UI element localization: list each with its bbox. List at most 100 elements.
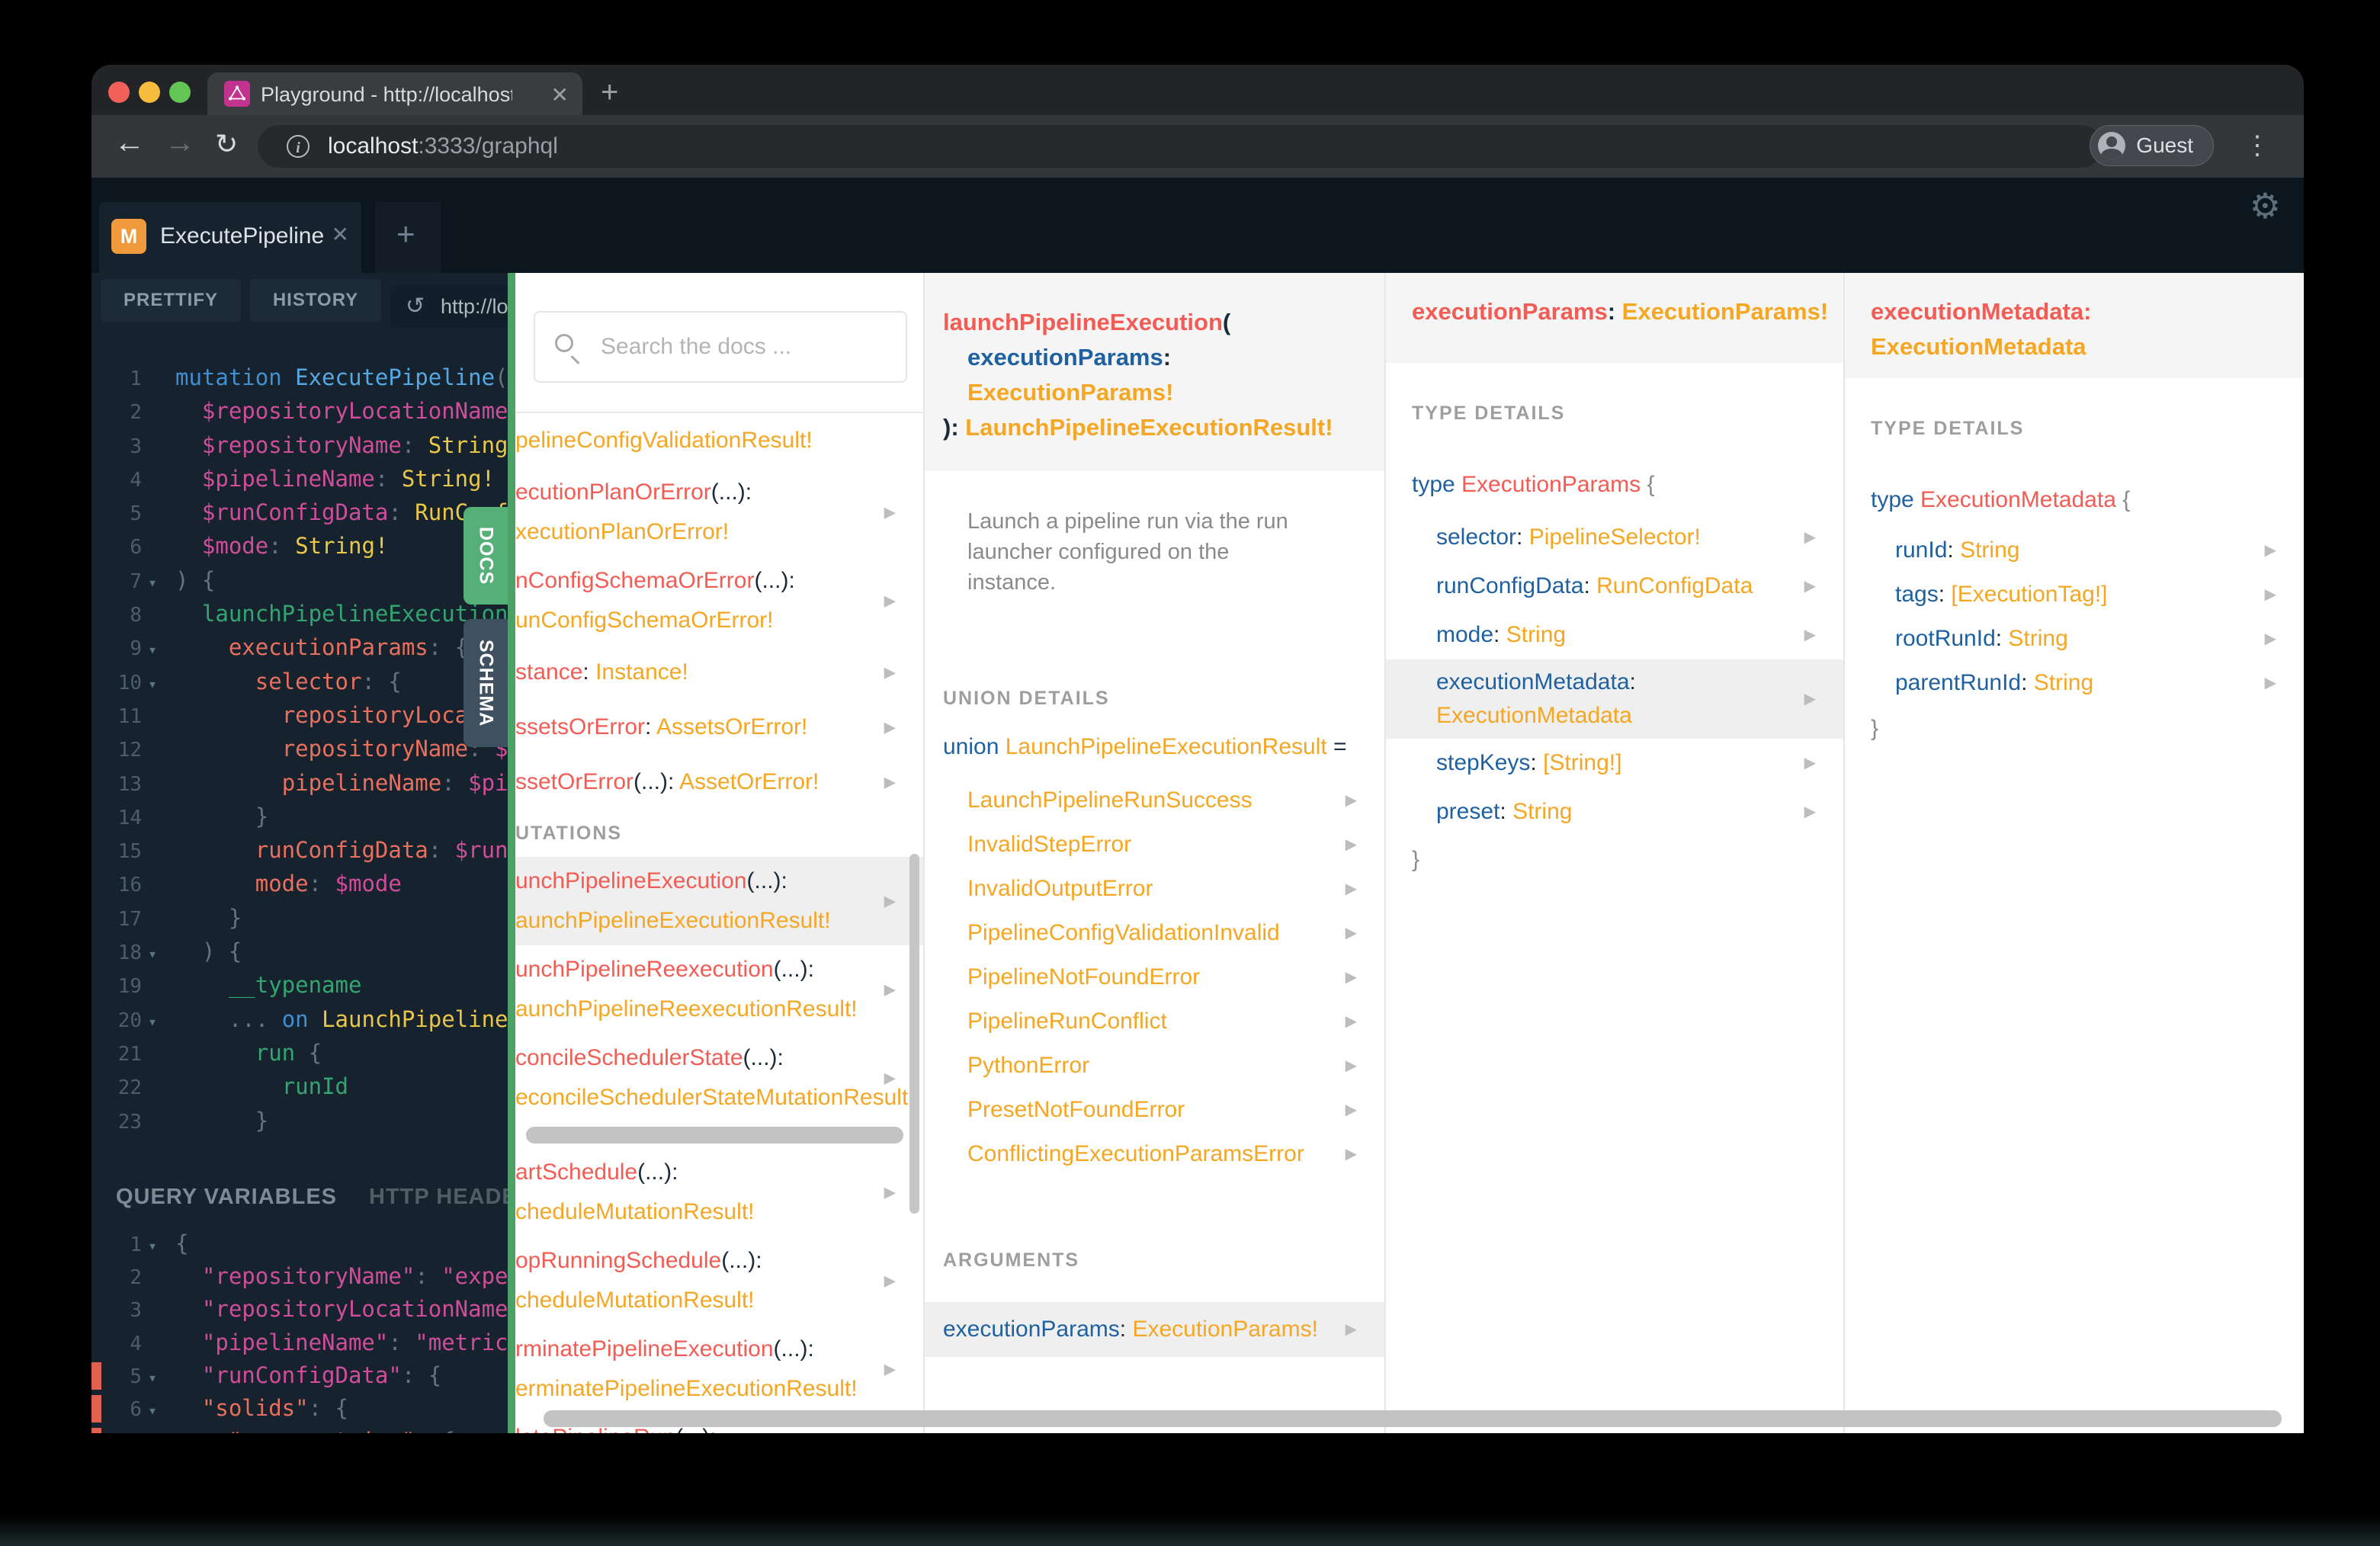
editor-line[interactable]: 23 }: [91, 1104, 508, 1137]
type-field-row[interactable]: mode: String ▶: [1386, 611, 1843, 659]
type-field-row[interactable]: executionMetadata: ExecutionMetadata ▶: [1386, 659, 1843, 739]
docs-list-item[interactable]: unchPipelineExecution(...): aunchPipeline…: [515, 857, 923, 945]
argument-row[interactable]: executionParams: ExecutionParams! ▶: [925, 1302, 1384, 1357]
editor-line[interactable]: 20 ▾ ... on LaunchPipelineR: [91, 1002, 508, 1036]
editor-line[interactable]: 16 mode: $mode: [91, 867, 508, 900]
editor-line[interactable]: 4 "pipelineName": "metrics: [91, 1326, 508, 1359]
site-info-icon[interactable]: i: [287, 135, 310, 158]
union-member[interactable]: PipelineRunConflict ▶: [925, 999, 1384, 1044]
editor-line[interactable]: 3 $repositoryName: String!: [91, 428, 508, 462]
tab-docs[interactable]: DOCS: [463, 507, 508, 605]
session-tab[interactable]: M ExecutePipeline ✕: [99, 202, 361, 273]
editor-line[interactable]: 11 repositoryLocat: [91, 698, 508, 732]
docs-search[interactable]: [534, 311, 907, 383]
docs-list-item[interactable]: rminatePipelineExecution(...): erminatePi…: [515, 1325, 923, 1413]
editor-line[interactable]: 18 ▾ ) {: [91, 935, 508, 968]
type-field-row[interactable]: tags: [ExecutionTag!] ▶: [1845, 573, 2304, 617]
editor-line[interactable]: 19 __typename: [91, 968, 508, 1002]
type-field-row[interactable]: preset: String ▶: [1386, 787, 1843, 836]
docs-list-item[interactable]: ssetsOrError: AssetsOrError! ▶: [515, 700, 923, 755]
editor-line[interactable]: 13 pipelineName: $pip: [91, 766, 508, 800]
playground-main: PRETTIFY HISTORY ↺ http://loc 1mutation …: [91, 273, 2304, 1433]
type-field-row[interactable]: selector: PipelineSelector! ▶: [1386, 513, 1843, 562]
error-marker: [91, 1394, 101, 1423]
endpoint-url-input[interactable]: ↺ http://loc: [390, 285, 508, 328]
editor-line[interactable]: 3 "repositoryLocationName": [91, 1293, 508, 1326]
close-window-button[interactable]: [108, 82, 130, 103]
editor-line[interactable]: 12 repositoryName: $r: [91, 732, 508, 765]
editor-line[interactable]: 5 $runConfigData: RunConfigData!: [91, 496, 508, 529]
union-member[interactable]: PipelineNotFoundError ▶: [925, 955, 1384, 999]
docs-list-item[interactable]: pelineConfigValidationResult!: [515, 413, 923, 468]
zoom-window-button[interactable]: [169, 82, 191, 103]
editor-line[interactable]: 7 ▾) {: [91, 563, 508, 597]
editor-line[interactable]: 22 runId: [91, 1070, 508, 1103]
prettify-button[interactable]: PRETTIFY: [101, 279, 241, 322]
type-field-row[interactable]: runConfigData: RunConfigData ▶: [1386, 562, 1843, 611]
vertical-scrollbar-thumb[interactable]: [909, 854, 919, 1214]
back-icon[interactable]: ←: [114, 126, 145, 160]
union-member[interactable]: PythonError ▶: [925, 1044, 1384, 1088]
new-tab-button[interactable]: +: [601, 75, 618, 110]
editor-line[interactable]: 15 runConfigData: $runC: [91, 833, 508, 867]
browser-tab[interactable]: Playground - http://localhost:3 ✕: [207, 72, 582, 115]
editor-line[interactable]: 1 ▾{: [91, 1227, 508, 1260]
editor-line[interactable]: 7▾ "save_metrics": {: [91, 1425, 508, 1433]
docs-list-item[interactable]: ecutionPlanOrError(...): xecutionPlanOrEr…: [515, 468, 923, 556]
endpoint-reload-icon[interactable]: ↺: [406, 285, 425, 328]
editor-line[interactable]: 6 ▾ "solids": {: [91, 1392, 508, 1425]
variables-code[interactable]: 1▾{2 "repositoryName": "exper3 "reposito…: [91, 1227, 508, 1433]
docs-list-item[interactable]: artSchedule(...): cheduleMutationResult! ▶: [515, 1148, 923, 1236]
type-field-row[interactable]: runId: String ▶: [1845, 528, 2304, 573]
history-button[interactable]: HISTORY: [250, 279, 381, 322]
profile-button[interactable]: Guest: [2090, 125, 2214, 166]
editor-line[interactable]: 5 ▾ "runConfigData": {: [91, 1359, 508, 1392]
union-member[interactable]: PipelineConfigValidationInvalid ▶: [925, 911, 1384, 955]
closing-brace: }: [1412, 847, 1420, 872]
tab-close-icon[interactable]: ✕: [551, 82, 569, 107]
session-tab-close-icon[interactable]: ✕: [332, 222, 349, 247]
docs-column-field: launchPipelineExecution( executionParams…: [925, 273, 1386, 1433]
editor-line[interactable]: 1 mutation ExecutePipeline(: [91, 361, 508, 394]
union-member[interactable]: ConflictingExecutionParamsError ▶: [925, 1132, 1384, 1176]
line-number: 7: [130, 569, 142, 593]
fold-caret-icon: ▾: [148, 945, 158, 964]
editor-line[interactable]: 10 ▾ selector: {: [91, 665, 508, 698]
type-field-row[interactable]: stepKeys: [String!] ▶: [1386, 739, 1843, 787]
reload-icon[interactable]: ↻: [215, 128, 238, 160]
tab-http-headers[interactable]: HTTP HEADERS: [369, 1185, 508, 1210]
tab-schema[interactable]: SCHEMA: [463, 619, 508, 747]
editor-line[interactable]: 17 }: [91, 901, 508, 935]
union-member[interactable]: InvalidOutputError ▶: [925, 867, 1384, 911]
editor-line[interactable]: 14 }: [91, 800, 508, 833]
editor-line[interactable]: 4 $pipelineName: String!: [91, 462, 508, 496]
editor-line[interactable]: 8 launchPipelineExecution(: [91, 597, 508, 630]
type-field-row[interactable]: rootRunId: String ▶: [1845, 617, 2304, 661]
new-session-tab[interactable]: +: [375, 202, 441, 273]
settings-gear-icon[interactable]: ⚙: [2250, 185, 2281, 226]
docs-list-item[interactable]: nConfigSchemaOrError(...): unConfigSchema…: [515, 556, 923, 645]
docs-list-item[interactable]: concileSchedulerState(...): econcileSched…: [515, 1034, 923, 1122]
search-input[interactable]: [534, 311, 907, 383]
docs-list-item[interactable]: opRunningSchedule(...): cheduleMutationRe…: [515, 1236, 923, 1325]
union-member[interactable]: PresetNotFoundError ▶: [925, 1088, 1384, 1132]
minimize-window-button[interactable]: [139, 82, 160, 103]
tab-query-variables[interactable]: QUERY VARIABLES: [116, 1185, 337, 1210]
browser-menu-icon[interactable]: ⋮: [2244, 130, 2270, 161]
docs-divider[interactable]: [508, 273, 515, 1433]
editor-code[interactable]: 1 mutation ExecutePipeline(2 $repositoryL…: [91, 361, 508, 1137]
docs-horizontal-scrollbar-thumb[interactable]: [544, 1410, 2282, 1427]
editor-line[interactable]: 21 run {: [91, 1036, 508, 1070]
editor-line[interactable]: 2 $repositoryLocationName:: [91, 394, 508, 428]
union-member[interactable]: LaunchPipelineRunSuccess ▶: [925, 778, 1384, 823]
docs-list-item[interactable]: stance: Instance! ▶: [515, 645, 923, 700]
docs-list-item[interactable]: ssetOrError(...): AssetOrError! ▶: [515, 755, 923, 810]
horizontal-scrollbar-thumb[interactable]: [526, 1127, 903, 1143]
editor-line[interactable]: 6 $mode: String!: [91, 529, 508, 563]
address-bar[interactable]: i localhost:3333/graphql: [258, 125, 2103, 168]
editor-line[interactable]: 9 ▾ executionParams: {: [91, 630, 508, 664]
union-member[interactable]: InvalidStepError ▶: [925, 823, 1384, 867]
docs-list-item[interactable]: unchPipelineReexecution(...): aunchPipeli…: [515, 945, 923, 1034]
type-field-row[interactable]: parentRunId: String ▶: [1845, 661, 2304, 705]
editor-line[interactable]: 2 "repositoryName": "exper: [91, 1260, 508, 1293]
